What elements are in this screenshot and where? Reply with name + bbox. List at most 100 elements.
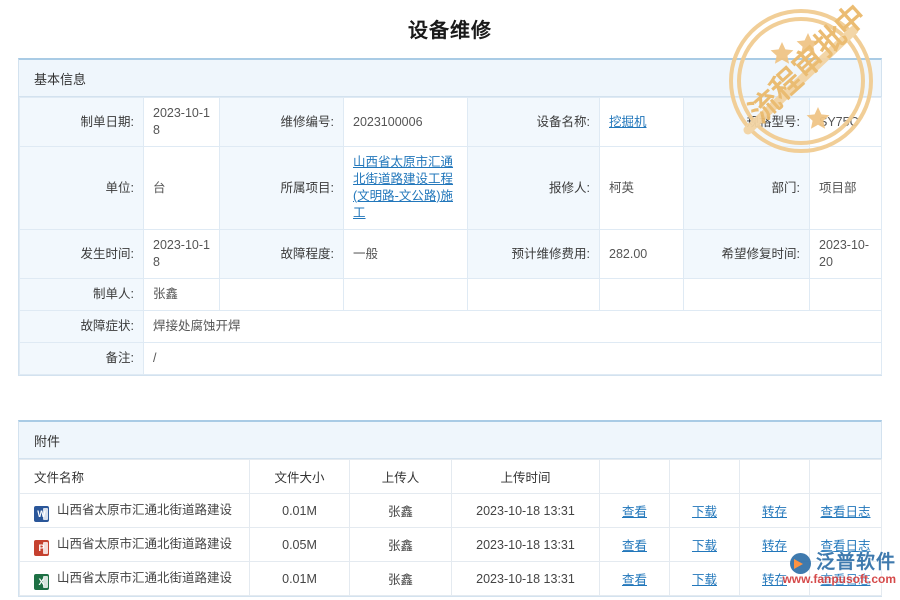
attachment-table: 文件名称文件大小上传人上传时间 W 山西省太原市汇通北街道路建设 0.01M张鑫20… [19, 459, 882, 596]
attachment-action-cell[interactable]: 转存 [740, 562, 810, 596]
empty-cell [344, 279, 468, 311]
field-label: 发生时间: [20, 230, 144, 279]
attachment-uploader: 张鑫 [350, 528, 452, 562]
field-value: 焊接处腐蚀开焊 [144, 311, 882, 343]
basic-info-wide-row: 备注:/ [20, 343, 882, 375]
attachment-file-name: 山西省太原市汇通北街道路建设 [57, 537, 232, 551]
attachment-log-link[interactable]: 查看日志 [820, 539, 870, 553]
attachment-action-cell[interactable]: 查看 [600, 494, 670, 528]
attachment-upload-time: 2023-10-18 13:31 [452, 528, 600, 562]
table-row: W山西省太原市汇通北街道路建设0.01M张鑫2023-10-18 13:31查看… [20, 494, 882, 528]
attachment-table-body: W 山西省太原市汇通北街道路建设 0.01M张鑫2023-10-18 13:31 查看… [20, 494, 882, 596]
attachment-action-cell[interactable]: 下载 [670, 562, 740, 596]
basic-info-body: 制单日期:2023-10-18维修编号:2023100006设备名称:挖掘机规格… [20, 98, 882, 375]
attachment-action-cell[interactable]: 查看 [600, 528, 670, 562]
attachment-log-link[interactable]: 查看日志 [820, 505, 870, 519]
field-label: 制单日期: [20, 98, 144, 147]
attachment-card: 附件 文件名称文件大小上传人上传时间 W 山西省太原市汇通北街道路建设 0.01M张… [18, 420, 882, 597]
attachment-upload-time: 2023-10-18 13:31 [452, 562, 600, 596]
field-label: 设备名称: [468, 98, 600, 147]
attachment-download-link[interactable]: 下载 [692, 573, 717, 587]
empty-cell [810, 279, 882, 311]
field-label: 单位: [20, 147, 144, 230]
field-label: 报修人: [468, 147, 600, 230]
attachment-action-cell[interactable]: 查看日志 [810, 494, 882, 528]
attachment-file-name-cell: P 山西省太原市汇通北街道路建设 [20, 528, 250, 562]
page-root: 设备维修 流 程 审 批 中 基本信息 [0, 0, 900, 600]
field-value: 282.00 [600, 230, 684, 279]
attachment-section-title: 附件 [19, 422, 881, 459]
field-label: 预计维修费用: [468, 230, 600, 279]
attachment-uploader: 张鑫 [350, 494, 452, 528]
attachment-file-size: 0.05M [250, 528, 350, 562]
table-row: P 山西省太原市汇通北街道路建设 0.05M张鑫2023-10-18 13:31 查看… [20, 528, 882, 562]
attachment-file-name: 山西省太原市汇通北街道路建设 [57, 503, 232, 517]
attachment-download-link[interactable]: 下载 [692, 505, 717, 519]
attachment-column-header [600, 460, 670, 494]
empty-cell [220, 279, 344, 311]
field-value: 2023-10-18 [144, 98, 220, 147]
field-value: 2023-10-20 [810, 230, 882, 279]
attachment-column-header [670, 460, 740, 494]
word-file-icon: W [34, 506, 49, 522]
attachment-action-cell[interactable]: 转存 [740, 494, 810, 528]
attachment-view-link[interactable]: 查看 [622, 539, 647, 553]
basic-info-row: 单位:台所属项目:山西省太原市汇通北街道路建设工程(文明路-文公路)施工报修人:… [20, 147, 882, 230]
field-value: 张鑫 [144, 279, 220, 311]
field-label: 故障程度: [220, 230, 344, 279]
field-label: 所属项目: [220, 147, 344, 230]
field-value: 台 [144, 147, 220, 230]
attachment-download-link[interactable]: 下载 [692, 539, 717, 553]
attachment-action-cell[interactable]: 查看日志 [810, 528, 882, 562]
attachment-file-name: 山西省太原市汇通北街道路建设 [57, 571, 232, 585]
attachment-view-link[interactable]: 查看 [622, 573, 647, 587]
field-label: 希望修复时间: [684, 230, 810, 279]
attachment-save-link[interactable]: 转存 [762, 505, 787, 519]
basic-info-row: 制单日期:2023-10-18维修编号:2023100006设备名称:挖掘机规格… [20, 98, 882, 147]
field-value[interactable]: 山西省太原市汇通北街道路建设工程(文明路-文公路)施工 [344, 147, 468, 230]
field-label: 规格型号: [684, 98, 810, 147]
field-value: 柯英 [600, 147, 684, 230]
basic-info-wide-row: 故障症状:焊接处腐蚀开焊 [20, 311, 882, 343]
attachment-column-header: 上传时间 [452, 460, 600, 494]
attachment-column-header: 文件名称 [20, 460, 250, 494]
attachment-action-cell[interactable]: 查看日志 [810, 562, 882, 596]
attachment-column-header: 文件大小 [250, 460, 350, 494]
excel-file-icon: X [34, 574, 49, 590]
basic-info-section-title: 基本信息 [19, 60, 881, 97]
field-value: 一般 [344, 230, 468, 279]
attachment-save-link[interactable]: 转存 [762, 573, 787, 587]
attachment-file-name-cell: W 山西省太原市汇通北街道路建设 [20, 494, 250, 528]
attachment-action-cell[interactable]: 下载 [670, 528, 740, 562]
basic-info-row: 制单人:张鑫 [20, 279, 882, 311]
attachment-file-size: 0.01M [250, 562, 350, 596]
attachment-log-link[interactable]: 查看日志 [820, 573, 870, 587]
field-value: SY75C [810, 98, 882, 147]
attachment-view-link[interactable]: 查看 [622, 505, 647, 519]
field-label: 制单人: [20, 279, 144, 311]
field-value: / [144, 343, 882, 375]
attachment-file-size: 0.01M [250, 494, 350, 528]
table-row: X 山西省太原市汇通北街道路建设 0.01M张鑫2023-10-18 13:31 查看… [20, 562, 882, 596]
basic-info-table: 制单日期:2023-10-18维修编号:2023100006设备名称:挖掘机规格… [19, 97, 882, 375]
attachment-action-cell[interactable]: 下载 [670, 494, 740, 528]
field-value: 项目部 [810, 147, 882, 230]
attachment-action-cell[interactable]: 查看 [600, 562, 670, 596]
powerpoint-file-icon: P [34, 540, 49, 556]
field-label: 备注: [20, 343, 144, 375]
field-value: 2023-10-18 [144, 230, 220, 279]
attachment-uploader: 张鑫 [350, 562, 452, 596]
attachment-header-row: 文件名称文件大小上传人上传时间 [20, 460, 882, 494]
attachment-save-link[interactable]: 转存 [762, 539, 787, 553]
field-value: 2023100006 [344, 98, 468, 147]
attachment-action-cell[interactable]: 转存 [740, 528, 810, 562]
field-label: 部门: [684, 147, 810, 230]
field-value-link[interactable]: 挖掘机 [609, 115, 647, 129]
attachment-column-header [740, 460, 810, 494]
attachment-column-header: 上传人 [350, 460, 452, 494]
basic-info-card: 基本信息 制单日期:2023-10-18维修编号:2023100006设备名称:… [18, 58, 882, 376]
field-value[interactable]: 挖掘机 [600, 98, 684, 147]
attachment-file-name-cell: X 山西省太原市汇通北街道路建设 [20, 562, 250, 596]
empty-cell [684, 279, 810, 311]
field-value-link[interactable]: 山西省太原市汇通北街道路建设工程(文明路-文公路)施工 [353, 155, 453, 220]
